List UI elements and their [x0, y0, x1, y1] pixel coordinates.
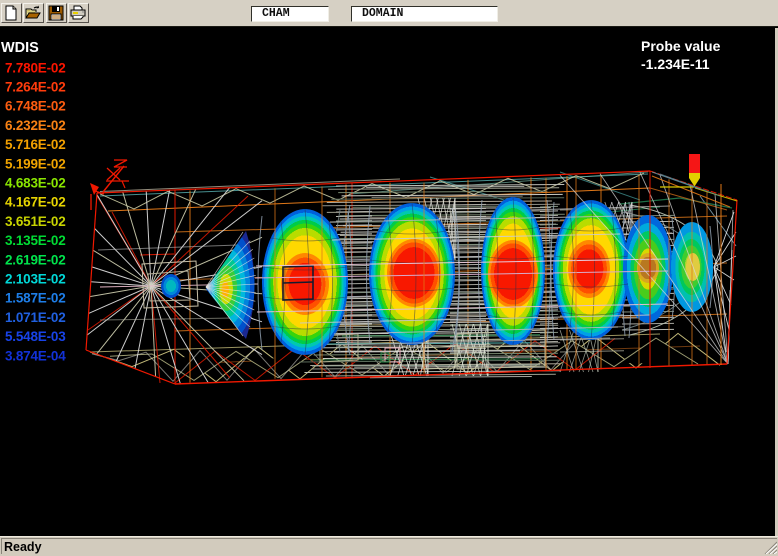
svg-text:5.548E-03: 5.548E-03: [5, 329, 66, 344]
svg-text:WDIS: WDIS: [1, 40, 39, 56]
svg-text:5.199E-02: 5.199E-02: [5, 156, 66, 171]
svg-text:1.587E-02: 1.587E-02: [5, 291, 66, 306]
svg-text:Probe value: Probe value: [641, 38, 721, 54]
svg-text:3.874E-04: 3.874E-04: [5, 348, 66, 363]
svg-text:2.103E-02: 2.103E-02: [5, 272, 66, 287]
svg-text:4.683E-02: 4.683E-02: [5, 176, 66, 191]
svg-text:5.716E-02: 5.716E-02: [5, 137, 66, 152]
svg-text:3.651E-02: 3.651E-02: [5, 214, 66, 229]
svg-text:6.232E-02: 6.232E-02: [5, 118, 66, 133]
svg-text:6.748E-02: 6.748E-02: [5, 99, 66, 114]
svg-text:1.071E-02: 1.071E-02: [5, 310, 66, 325]
svg-text:3.135E-02: 3.135E-02: [5, 233, 66, 248]
svg-text:2.619E-02: 2.619E-02: [5, 252, 66, 267]
svg-text:7.264E-02: 7.264E-02: [5, 80, 66, 95]
svg-text:7.780E-02: 7.780E-02: [5, 60, 66, 75]
svg-text:4.167E-02: 4.167E-02: [5, 195, 66, 210]
svg-text:-1.234E-11: -1.234E-11: [641, 56, 710, 72]
